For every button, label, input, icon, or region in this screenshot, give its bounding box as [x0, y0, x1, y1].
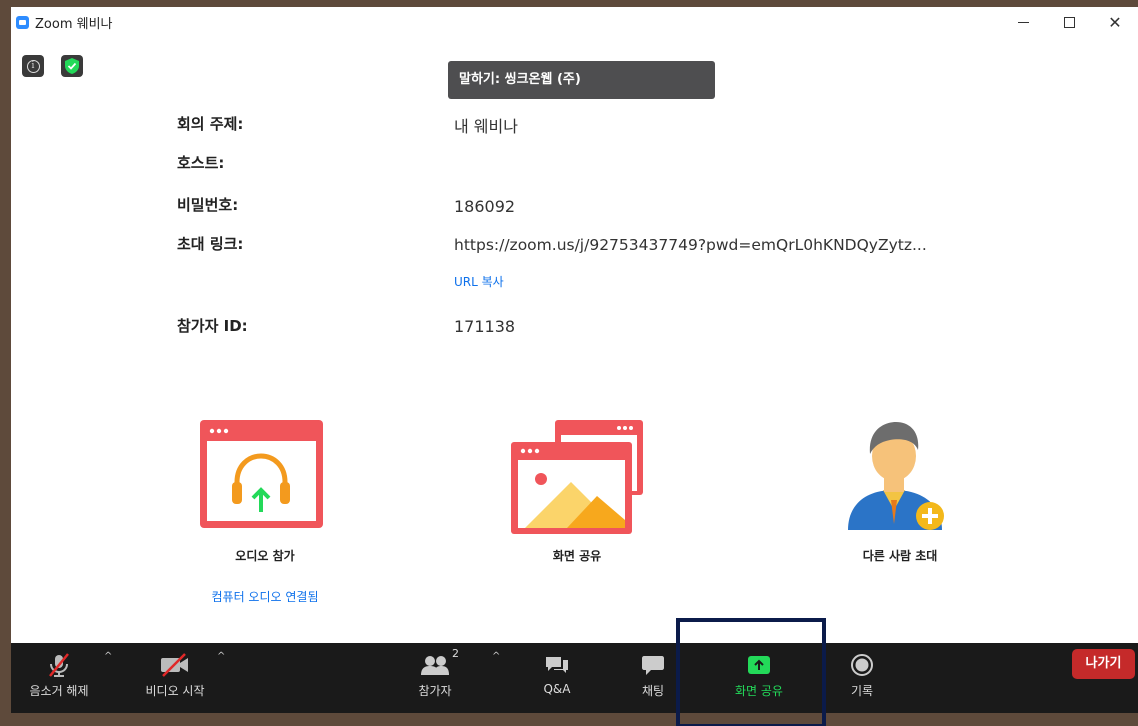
close-icon: ✕: [1108, 12, 1122, 32]
share-screen-label: 화면 공유: [552, 549, 602, 563]
minimize-button[interactable]: [1000, 7, 1046, 37]
meeting-info-button[interactable]: i: [22, 55, 44, 77]
qa-button[interactable]: Q&A: [527, 643, 587, 713]
window-title: Zoom 웨비나: [35, 16, 113, 32]
participant-id-label: 참가자 ID:: [177, 317, 248, 335]
topic-value: 내 웨비나: [454, 117, 518, 136]
topic-label: 회의 주제:: [177, 115, 244, 133]
encryption-button[interactable]: [61, 55, 83, 77]
computer-audio-connected: 컴퓨터 오디오 연결됨: [211, 590, 319, 604]
person-add-icon: [848, 422, 944, 530]
mic-muted-icon: [47, 653, 71, 677]
chat-label: 채팅: [641, 684, 665, 698]
info-icon: i: [26, 59, 40, 73]
chat-button[interactable]: 채팅: [623, 643, 683, 713]
start-video-button[interactable]: 비디오 시작: [135, 643, 215, 713]
zoom-logo-icon: [16, 15, 29, 29]
copy-url-link[interactable]: URL 복사: [454, 273, 504, 290]
chat-icon: [641, 653, 665, 677]
host-label: 호스트:: [177, 154, 225, 172]
invite-link-value[interactable]: https://zoom.us/j/92753437749?pwd=emQrL0…: [454, 236, 927, 254]
record-label: 기록: [850, 684, 874, 698]
unmute-button[interactable]: 음소거 해제: [27, 643, 91, 713]
join-audio-label: 오디오 참가: [235, 549, 295, 563]
participants-label: 참가자: [418, 684, 452, 698]
share-screen-icon: [511, 420, 643, 534]
meeting-toolbar: 음소거 해제 ^ 비디오 시작 ^ 2 참가자 ^ Q&A 채팅 화면 공유 기…: [11, 643, 1138, 713]
zoom-webinar-window: Zoom 웨비나 ✕ i 말하기: 씽크온웹 (주) 회의 주제: 내 웨비나 …: [11, 7, 1138, 713]
video-options-caret[interactable]: ^: [217, 651, 225, 662]
record-icon: [850, 653, 874, 677]
participant-id-value: 171138: [454, 317, 516, 336]
password-value: 186092: [454, 197, 516, 216]
title-bar: Zoom 웨비나 ✕: [11, 7, 1138, 37]
participants-options-caret[interactable]: ^: [492, 651, 500, 662]
record-button[interactable]: 기록: [832, 643, 892, 713]
qa-label: Q&A: [543, 682, 571, 696]
speaking-indicator: 말하기: 씽크온웹 (주): [448, 61, 715, 99]
shield-check-icon: [65, 58, 79, 74]
join-audio-icon: [200, 420, 323, 528]
leave-button[interactable]: 나가기: [1072, 649, 1135, 679]
password-label: 비밀번호:: [177, 196, 239, 214]
audio-options-caret[interactable]: ^: [104, 651, 112, 662]
participants-count: 2: [452, 647, 459, 660]
invite-others-label: 다른 사람 초대: [862, 549, 938, 563]
start-video-label: 비디오 시작: [145, 684, 205, 698]
invite-link-label: 초대 링크:: [177, 235, 244, 253]
participants-button[interactable]: 2 참가자: [405, 643, 465, 713]
video-off-icon: [160, 653, 190, 677]
maximize-button[interactable]: [1046, 7, 1092, 37]
close-button[interactable]: ✕: [1092, 7, 1138, 37]
qa-icon: [544, 653, 570, 677]
participants-icon: 2: [421, 647, 459, 677]
unmute-label: 음소거 해제: [29, 684, 89, 698]
highlight-box: [676, 618, 826, 726]
